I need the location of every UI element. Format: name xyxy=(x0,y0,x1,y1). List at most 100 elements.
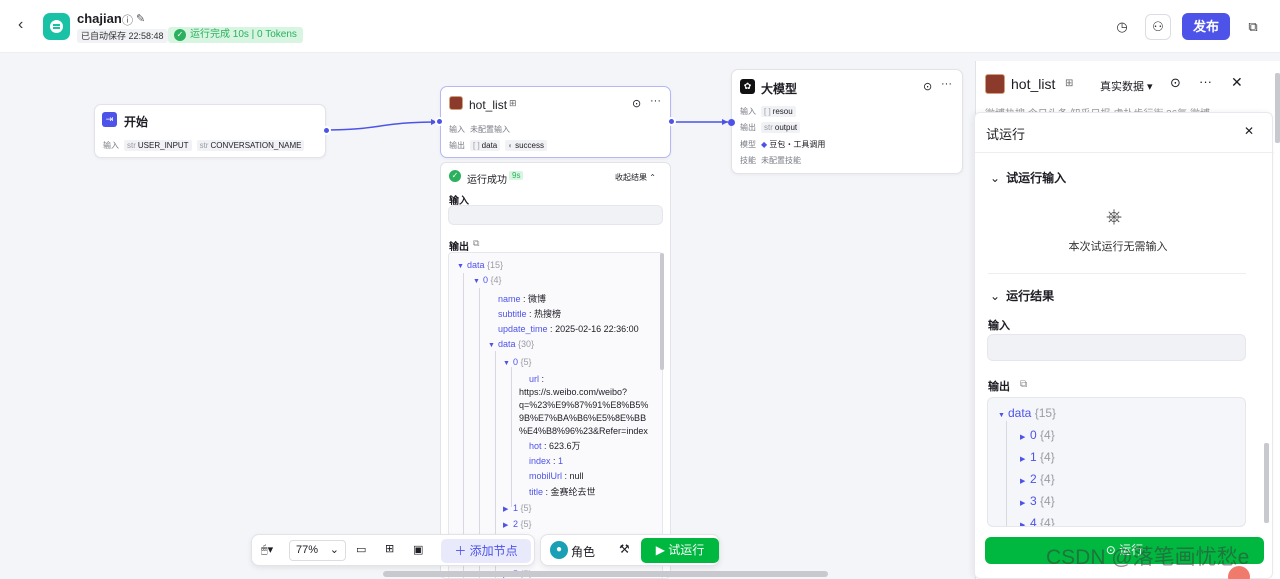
skill-value: 未配置技能 xyxy=(761,156,801,165)
output-tag: ◐ success xyxy=(505,140,547,151)
play-icon: ▶ xyxy=(655,543,665,557)
history-icon[interactable]: ◷ xyxy=(1109,14,1135,40)
input-label: 输入 xyxy=(449,125,465,134)
trial-run-button[interactable]: ▶ 试运行 xyxy=(641,538,719,563)
output-tree: ▼ data {15} ▶ 0 {4} ▶ 1 {4} ▶ 2 {4} ▶ 3 {4} ▶… xyxy=(987,397,1246,527)
plus-icon: ＋ xyxy=(454,544,467,558)
comment-icon[interactable]: ▭ xyxy=(356,543,366,556)
tree-leaf: update_time : 2025-02-16 22:36:00 xyxy=(498,324,639,334)
llm-node-title: 大模型 xyxy=(761,82,798,96)
debug-icon[interactable]: ⚒ xyxy=(619,542,630,556)
run-success-text: 运行成功 xyxy=(467,175,507,186)
tree-node[interactable]: ▶ 1 {5} xyxy=(503,501,532,517)
chevron-down-icon: ⌄ xyxy=(329,544,339,556)
run-toolbar: ● 角色 ⚒ ▶ 试运行 xyxy=(540,534,720,566)
more-icon[interactable]: ··· xyxy=(1199,74,1212,89)
trial-input-section[interactable]: ⌄ 试运行输入 xyxy=(990,169,1066,186)
tree-leaf: hot : 623.6万 xyxy=(529,441,581,451)
row-tag: [ ] resou xyxy=(761,106,796,117)
copy-icon[interactable]: ⧉ xyxy=(473,238,479,249)
output-label: 输出 xyxy=(449,141,465,150)
role-label[interactable]: 角色 xyxy=(571,543,595,560)
tree-node[interactable]: ▼ data {15} xyxy=(998,404,1056,425)
plugin-tag-icon: ⊞ xyxy=(1065,78,1074,89)
hot-list-output-port[interactable] xyxy=(667,117,676,126)
plugin-icon xyxy=(449,96,463,110)
output-heading: 输出 xyxy=(988,381,1010,393)
hot-list-node[interactable]: hot_list ⊞ ⊙ ··· 输入 未配置输入 输出 [ ] data ◐ su… xyxy=(440,86,671,158)
node-run-result: ✓ 运行成功 9s 收起结果 ⌃ 输入 输出 ⧉ ▼ data {15} ▼ 0 {… xyxy=(440,162,671,579)
tree-node[interactable]: ▶ 3 {4} xyxy=(1020,492,1055,513)
mouse-mode-icon[interactable]: 🖱▾ xyxy=(261,543,273,557)
tree-leaf: name : 微博 xyxy=(498,294,547,304)
run-node-icon[interactable]: ⊙ xyxy=(632,97,641,110)
duration-badge: 9s xyxy=(509,171,524,180)
hot-list-input-port[interactable] xyxy=(435,117,444,126)
row-tag: str output xyxy=(761,122,801,133)
tree-node[interactable]: ▶ 2 {4} xyxy=(1020,470,1055,491)
app-name: chajian xyxy=(77,11,122,26)
start-output-port[interactable] xyxy=(322,126,331,135)
chevron-down-icon: ⌄ xyxy=(990,171,1001,185)
tree-node[interactable]: ▶ 4 {4} xyxy=(1020,514,1055,526)
close-icon[interactable]: ✕ xyxy=(1244,124,1254,138)
chevron-down-icon: ⌄ xyxy=(990,289,1001,303)
tree-node[interactable]: ▶ 2 {5} xyxy=(503,517,532,533)
trial-scrollbar[interactable] xyxy=(1264,443,1269,523)
top-bar: ‹ chajian ⓘ ✎ 已自动保存 22:58:48 ✓ 运行完成 10s … xyxy=(0,0,1280,53)
empty-box-icon: ⎈ xyxy=(1106,206,1122,228)
panel-scrollbar[interactable] xyxy=(1275,73,1280,143)
output-heading: 输出 xyxy=(449,242,469,253)
collaborators-button[interactable]: ⚇ xyxy=(1145,14,1171,40)
minimap-icon[interactable]: ▣ xyxy=(413,543,423,556)
tree-leaf: subtitle : 热搜榜 xyxy=(498,309,562,319)
close-icon[interactable]: ✕ xyxy=(1231,74,1243,91)
input-value: 未配置输入 xyxy=(470,125,510,134)
tree-node[interactable]: ▶ 1 {4} xyxy=(1020,448,1055,469)
tree-scrollbar[interactable] xyxy=(660,253,664,370)
tree-node[interactable]: ▼ data {30} xyxy=(488,337,534,353)
more-icon[interactable]: ··· xyxy=(941,78,952,90)
tree-leaf: url : xyxy=(529,374,545,384)
copy-window-icon[interactable]: ⧉ xyxy=(1240,14,1266,40)
llm-row-skill: 技能 未配置技能 xyxy=(740,155,801,166)
llm-row-input: 输入 [ ] resou xyxy=(740,106,796,117)
tree-node[interactable]: ▼ 0 {5} xyxy=(503,355,532,371)
edit-icon[interactable]: ✎ xyxy=(136,12,145,25)
tree-node[interactable]: ▼ 0 {4} xyxy=(473,273,502,289)
tree-node[interactable]: ▼ data {15} xyxy=(457,258,503,274)
run-icon[interactable]: ⊙ xyxy=(1170,75,1181,91)
start-inputs: 输入 str USER_INPUT str CONVERSATION_NAME xyxy=(103,140,305,151)
info-icon[interactable]: ⓘ xyxy=(122,12,133,28)
tree-leaf: mobilUrl : null xyxy=(529,471,584,481)
collapse-results[interactable]: 收起结果 ⌃ xyxy=(615,172,656,183)
llm-row-model: 模型 ◆ 豆包・工具调用 xyxy=(740,139,825,150)
output-tag: [ ] data xyxy=(470,140,501,151)
llm-row-output: 输出 str output xyxy=(740,122,801,133)
input-box xyxy=(987,334,1246,361)
run-status-badge: ✓ 运行完成 10s | 0 Tokens xyxy=(168,27,303,43)
run-node-icon[interactable]: ⊙ xyxy=(923,80,932,93)
url-value: https://s.weibo.com/weibo? q=%23%E9%87%9… xyxy=(519,387,649,436)
publish-button[interactable]: 发布 xyxy=(1182,13,1230,40)
more-icon[interactable]: ··· xyxy=(650,95,661,107)
result-section[interactable]: ⌄ 运行结果 xyxy=(990,287,1054,304)
llm-input-port[interactable] xyxy=(728,119,735,126)
canvas-scrollbar[interactable] xyxy=(383,571,828,577)
llm-node[interactable]: ✿ 大模型 ⊙ ··· 输入 [ ] resou 输出 str output 模型 … xyxy=(731,69,963,174)
zoom-select[interactable]: 77% ⌄ xyxy=(289,540,346,561)
back-arrow-icon[interactable]: ‹ xyxy=(18,16,23,34)
check-icon: ✓ xyxy=(174,29,186,41)
add-node-button[interactable]: ＋ 添加节点 xyxy=(441,539,531,563)
hot-list-title: hot_list xyxy=(469,98,508,112)
tree-node[interactable]: ▶ 0 {4} xyxy=(1020,426,1055,447)
start-icon: ⇥ xyxy=(102,112,117,127)
input-label: 输入 xyxy=(103,141,119,150)
hot-list-input: 输入 未配置输入 xyxy=(449,124,510,135)
auto-save-status: 已自动保存 22:58:48 xyxy=(77,29,168,43)
data-mode-select[interactable]: 真实数据 ▾ xyxy=(1100,78,1153,94)
start-node[interactable]: ⇥ 开始 输入 str USER_INPUT str CONVERSATION_NA… xyxy=(94,104,326,158)
row-label: 输入 xyxy=(740,107,756,116)
layout-icon[interactable]: ⊞ xyxy=(385,542,394,555)
copy-icon[interactable]: ⧉ xyxy=(1020,379,1027,390)
